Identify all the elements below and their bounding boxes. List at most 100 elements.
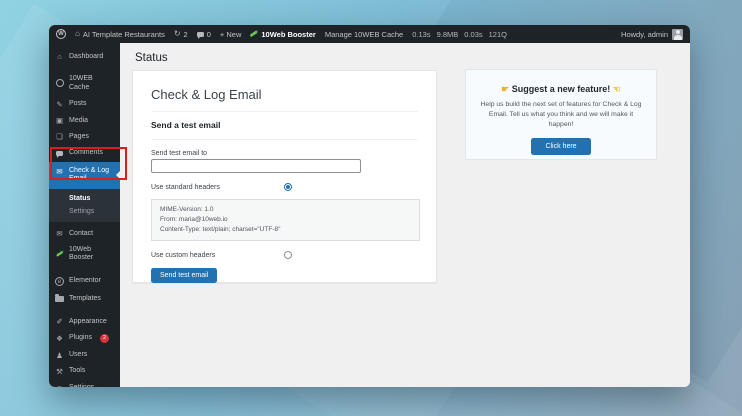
sidebar-item-label: Tools [69, 367, 85, 375]
suggest-feature-title: ☛ Suggest a new feature! ☜ [478, 84, 644, 95]
sidebar-item-label: Settings [69, 384, 94, 387]
stat-queries: 121Q [489, 30, 507, 39]
sidebar-item-comments[interactable]: Comments [49, 145, 120, 161]
booster-link[interactable]: 10Web Booster [250, 30, 315, 39]
sidebar-item-label: Dashboard [69, 53, 103, 61]
plugins-update-badge: 2 [100, 334, 109, 343]
updates-link[interactable]: ↻ 2 [174, 30, 188, 39]
click-here-button[interactable]: Click here [531, 138, 590, 155]
suggest-feature-body: Help us build the next set of features f… [478, 100, 644, 131]
send-test-email-subheading: Send a test email [151, 112, 418, 140]
suggest-feature-box: ☛ Suggest a new feature! ☜ Help us build… [465, 69, 657, 160]
card-heading: Check & Log Email [151, 87, 418, 112]
appearance-icon: ✐ [55, 318, 64, 326]
pages-icon: ❏ [55, 133, 64, 141]
site-name: AI Template Restaurants [83, 30, 165, 39]
update-icon: ↻ [174, 30, 181, 38]
sidebar-item-label: Templates [69, 295, 101, 303]
sidebar-item-check-log-email[interactable]: ✉ Check & Log Email [49, 162, 120, 189]
header-line-mime: MIME-Version: 1.0 [160, 205, 411, 215]
sidebar-item-contact[interactable]: ✉ Contact [49, 226, 120, 242]
send-test-email-to-label: Send test email to [151, 150, 418, 157]
sidebar-item-label: 10WEB Cache [69, 75, 114, 92]
account-menu[interactable]: Howdy, admin [621, 29, 683, 40]
standard-headers-row: Use standard headers [151, 183, 418, 191]
sidebar-item-label: Contact [69, 230, 93, 238]
suggest-title-text: Suggest a new feature! [512, 84, 611, 94]
templates-folder-icon [55, 294, 64, 304]
submenu-item-settings[interactable]: Settings [49, 205, 120, 218]
elementor-icon: e [55, 277, 64, 287]
howdy-label: Howdy, admin [621, 30, 668, 39]
sidebar-item-10web-booster[interactable]: 10Web Booster [49, 242, 120, 267]
standard-headers-label: Use standard headers [151, 184, 284, 191]
main-content: Status Check & Log Email Send a test ema… [120, 43, 690, 387]
admin-bar: W ⌂ AI Template Restaurants ↻ 2 0 + New … [49, 25, 690, 43]
10web-booster-icon [250, 31, 258, 37]
sidebar-item-dashboard[interactable]: ⌂ Dashboard [49, 49, 120, 65]
comment-icon [197, 32, 204, 37]
standard-headers-radio[interactable] [284, 183, 292, 191]
stat-load-time: 0.13s [412, 30, 430, 39]
sidebar-item-settings[interactable]: ≡ Settings [49, 380, 120, 387]
send-test-email-button[interactable]: Send test email [151, 268, 217, 283]
sidebar-item-label: Plugins [69, 334, 92, 342]
sidebar-item-label: Users [69, 351, 87, 359]
manage-cache-link[interactable]: Manage 10WEB Cache [325, 30, 403, 39]
email-icon: ✉ [55, 168, 64, 176]
contact-icon: ✉ [55, 230, 64, 238]
submenu-item-status[interactable]: Status [49, 192, 120, 205]
sidebar-item-elementor[interactable]: e Elementor [49, 273, 120, 291]
sidebar-item-media[interactable]: ▣ Media [49, 113, 120, 129]
site-name-link[interactable]: ⌂ AI Template Restaurants [75, 30, 165, 39]
wordpress-admin-window: W ⌂ AI Template Restaurants ↻ 2 0 + New … [49, 25, 690, 387]
sidebar-item-plugins[interactable]: ❖ Plugins 2 [49, 330, 120, 347]
check-log-email-submenu: Status Settings [49, 189, 120, 222]
pointing-left-icon: ☜ [613, 84, 621, 94]
stat-memory: 9.8MB [437, 30, 459, 39]
sidebar-item-10web-cache[interactable]: 10WEB Cache [49, 71, 120, 96]
sidebar-item-label: Check & Log Email [69, 167, 114, 184]
sidebar-item-templates[interactable]: Templates [49, 290, 120, 308]
comments-link[interactable]: 0 [197, 30, 211, 39]
dashboard-icon: ⌂ [55, 53, 64, 61]
avatar [672, 29, 683, 40]
admin-sidebar: ⌂ Dashboard 10WEB Cache ✎ Posts ▣ Media … [49, 43, 120, 387]
sidebar-item-label: Appearance [69, 318, 107, 326]
home-icon: ⌂ [75, 30, 80, 38]
custom-headers-radio[interactable] [284, 251, 292, 259]
wordpress-menu[interactable]: W [56, 29, 66, 39]
header-line-from: From: maria@10web.io [160, 215, 411, 225]
users-icon: ♟ [55, 352, 64, 360]
custom-headers-label: Use custom headers [151, 252, 284, 259]
headers-preview-box: MIME-Version: 1.0 From: maria@10web.io C… [151, 199, 420, 241]
wordpress-logo-icon: W [56, 29, 66, 39]
sidebar-item-appearance[interactable]: ✐ Appearance [49, 314, 120, 330]
posts-icon: ✎ [55, 101, 64, 109]
sidebar-item-label: Elementor [69, 277, 101, 285]
new-content-link[interactable]: + New [220, 30, 241, 39]
media-icon: ▣ [55, 117, 64, 125]
sidebar-item-posts[interactable]: ✎ Posts [49, 96, 120, 112]
10web-booster-icon [55, 251, 64, 259]
sidebar-item-label: 10Web Booster [69, 246, 114, 263]
sidebar-item-users[interactable]: ♟ Users [49, 347, 120, 363]
sidebar-item-tools[interactable]: ⚒ Tools [49, 363, 120, 379]
plugins-icon: ❖ [55, 335, 64, 343]
header-line-content-type: Content-Type: text/plain; charset="UTF-8… [160, 225, 411, 235]
sidebar-item-label: Comments [69, 149, 103, 157]
tools-icon: ⚒ [55, 368, 64, 376]
updates-count: 2 [184, 30, 188, 39]
manage-cache-label: Manage 10WEB Cache [325, 30, 403, 39]
pointing-right-icon: ☛ [501, 84, 509, 94]
10web-cache-icon [55, 79, 64, 89]
test-email-input[interactable] [151, 159, 361, 173]
sidebar-item-label: Pages [69, 133, 89, 141]
comments-count: 0 [207, 30, 211, 39]
booster-label: 10Web Booster [261, 30, 315, 39]
custom-headers-row: Use custom headers [151, 251, 418, 259]
comments-icon [55, 150, 64, 158]
new-label: + New [220, 30, 241, 39]
sidebar-item-pages[interactable]: ❏ Pages [49, 129, 120, 145]
sidebar-item-label: Posts [69, 100, 87, 108]
